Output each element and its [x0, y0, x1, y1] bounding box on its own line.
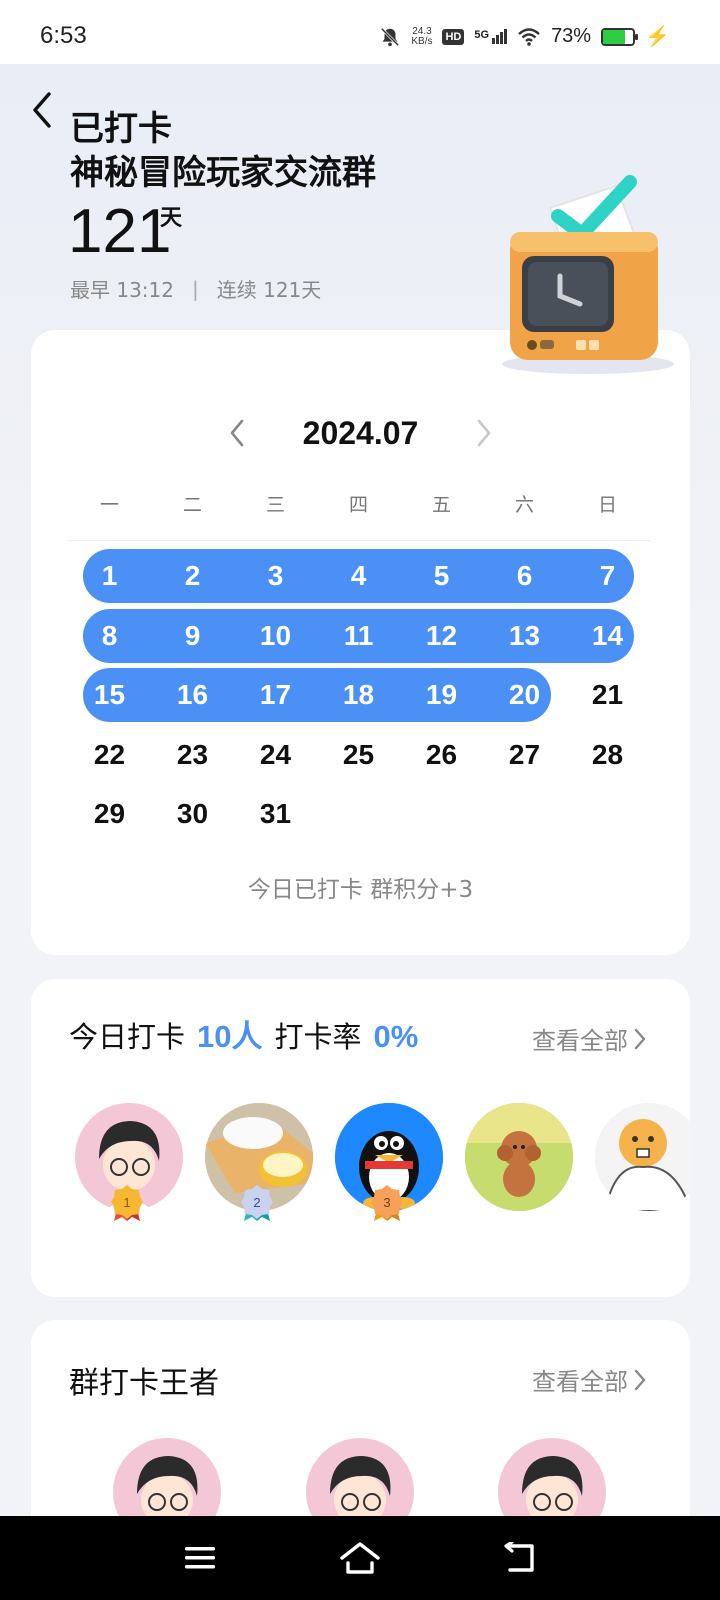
view-all-today-button[interactable]: 查看全部: [532, 1021, 646, 1056]
calendar-day[interactable]: 7: [566, 549, 649, 603]
silver-medal-icon: 2: [241, 1185, 273, 1221]
charging-bolt-icon: ⚡: [645, 26, 670, 48]
hd-badge: HD: [442, 28, 465, 45]
calendar-day[interactable]: 30: [151, 787, 234, 841]
calendar-day[interactable]: 23: [151, 728, 234, 782]
earliest-time: 最早 13:12: [70, 278, 174, 302]
menu-nav-button[interactable]: [170, 1534, 230, 1582]
days-count: 121: [68, 197, 172, 266]
calendar-day[interactable]: 28: [566, 728, 649, 782]
calendar-day[interactable]: 8: [68, 609, 151, 663]
calendar-day[interactable]: 10: [234, 609, 317, 663]
medal-rank: 1: [123, 1195, 130, 1210]
calendar-day[interactable]: 31: [234, 787, 317, 841]
signal-indicator: 5G: [474, 29, 508, 44]
calendar-day[interactable]: 4: [317, 549, 400, 603]
page-title: 已打卡: [70, 109, 172, 149]
mute-bell-icon: [381, 27, 400, 46]
signal-label: 5G: [474, 29, 490, 41]
checkin-avatar-list: 1 2 3: [75, 1103, 690, 1243]
calendar-day[interactable]: 22: [68, 728, 151, 782]
bronze-medal-icon: 3: [371, 1185, 403, 1221]
battery-percent: 73%: [551, 25, 592, 47]
calendar-day[interactable]: 17: [234, 668, 317, 722]
calendar-day[interactable]: 24: [234, 728, 317, 782]
checkin-meta: 最早 13:12 | 连续 121天: [70, 274, 321, 303]
calendar-day[interactable]: 21: [566, 668, 649, 722]
calendar-day[interactable]: 18: [317, 668, 400, 722]
days-unit: 天: [160, 206, 183, 231]
home-icon: [340, 1542, 380, 1574]
status-icons: 24.3 KB/s HD 5G 73% ⚡: [379, 24, 670, 49]
back-arrow-icon: [504, 1542, 534, 1572]
member-avatar[interactable]: [595, 1103, 690, 1211]
checkin-rate-label: 打卡率: [274, 1020, 362, 1054]
calendar-day[interactable]: 3: [234, 549, 317, 603]
status-bar: 6:53 24.3 KB/s HD 5G 73% ⚡: [0, 0, 720, 64]
battery-fill: [603, 29, 625, 44]
calendar-day[interactable]: 20: [483, 668, 566, 722]
system-nav-bar: [0, 1516, 720, 1600]
home-nav-button[interactable]: [330, 1534, 390, 1582]
back-button[interactable]: [22, 88, 62, 132]
chevron-right-icon: [634, 1028, 646, 1049]
chevron-right-icon: [634, 1369, 646, 1390]
calendar-day[interactable]: 16: [151, 668, 234, 722]
today-status: 今日已打卡 群积分+3: [247, 877, 474, 903]
calendar-day[interactable]: 29: [68, 787, 151, 841]
calendar-day[interactable]: 9: [151, 609, 234, 663]
calendar-day[interactable]: 5: [400, 549, 483, 603]
meta-separator: |: [192, 276, 199, 301]
checkin-rate: 0%: [373, 1019, 419, 1054]
today-checkin-count: 10人: [197, 1019, 263, 1054]
net-speed-unit: KB/s: [411, 35, 433, 47]
today-checkin-card: 今日打卡 10人 打卡率 0% 查看全部 1 2 3: [31, 979, 690, 1297]
net-speed-value: 24.3: [412, 25, 432, 37]
today-checkin-summary: 今日打卡 10人 打卡率 0%: [69, 1011, 418, 1056]
battery-icon: [601, 27, 639, 46]
gold-medal-icon: 1: [111, 1185, 143, 1221]
calendar-day[interactable]: 14: [566, 609, 649, 663]
calendar-day[interactable]: 6: [483, 549, 566, 603]
signal-bar: [500, 32, 504, 44]
calendar-day[interactable]: 26: [400, 728, 483, 782]
member-avatar[interactable]: [465, 1103, 573, 1211]
back-nav-button[interactable]: [490, 1534, 550, 1582]
status-time: 6:53: [40, 22, 87, 49]
chevron-left-icon: [33, 92, 51, 128]
calendar-day[interactable]: 12: [400, 609, 483, 663]
checkin-clock-illustration: [502, 175, 674, 374]
calendar-day[interactable]: 25: [317, 728, 400, 782]
menu-icon: [185, 1547, 215, 1569]
calendar-day[interactable]: 19: [400, 668, 483, 722]
calendar-grid: 1 2 3 4 5 6 7 8 9 10 11 12 13 14 15 16 17 18 19 20 21 22 23 24 2…: [31, 330, 690, 955]
view-all-label: 查看全部: [532, 1027, 628, 1055]
net-speed: 24.3 KB/s: [411, 25, 433, 47]
view-all-kings-button[interactable]: 查看全部: [532, 1362, 646, 1397]
medal-rank: 3: [383, 1195, 390, 1210]
calendar-day[interactable]: 13: [483, 609, 566, 663]
wifi-icon: [518, 27, 540, 46]
calendar-day[interactable]: 2: [151, 549, 234, 603]
streak-days: 连续 121天: [216, 278, 322, 302]
signal-bar: [492, 38, 496, 44]
signal-bar: [504, 29, 508, 44]
calendar-day[interactable]: 1: [68, 549, 151, 603]
medal-rank: 2: [253, 1195, 260, 1210]
calendar-day[interactable]: 11: [317, 609, 400, 663]
calendar-card: 2024.07 一 二 三 四 五 六 日 1 2 3 4 5 6 7 8 9 10 11 12 13 1…: [31, 330, 690, 955]
signal-bar: [496, 35, 500, 44]
kings-title: 群打卡王者: [69, 1366, 219, 1401]
group-name: 神秘冒险玩家交流群: [70, 153, 376, 193]
view-all-label: 查看全部: [532, 1368, 628, 1396]
calendar-day[interactable]: 27: [483, 728, 566, 782]
calendar-day[interactable]: 15: [68, 668, 151, 722]
today-checkin-label: 今日打卡: [69, 1020, 186, 1054]
